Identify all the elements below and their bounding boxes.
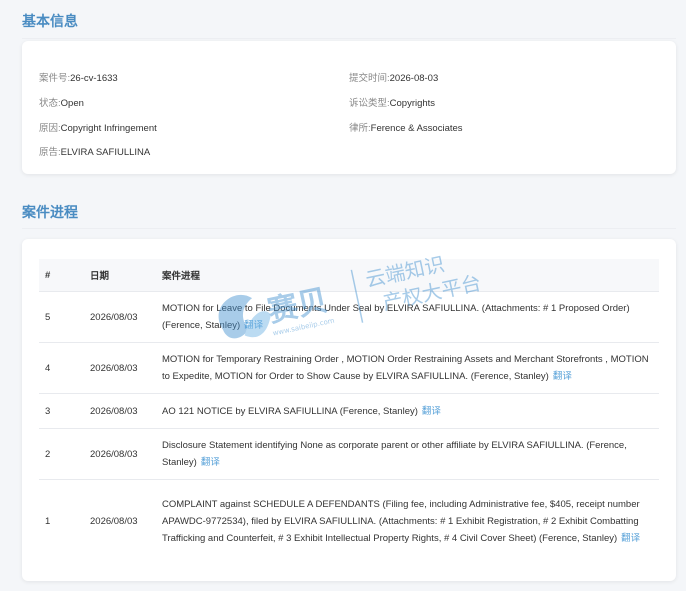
translate-link[interactable]: 翻译 (244, 320, 263, 331)
submit-time: 提交时间:2026-08-03 (349, 73, 439, 84)
plaintiff: 原告:ELVIRA SAFIULLINA (39, 147, 151, 158)
row-date: 2026/08/03 (84, 393, 156, 429)
row-event: AO 121 NOTICE by ELVIRA SAFIULLINA (Fere… (156, 393, 659, 429)
cause: 原因:Copyright Infringement (39, 123, 157, 134)
row-date: 2026/08/03 (84, 479, 156, 564)
table-row: 3 2026/08/03 AO 121 NOTICE by ELVIRA SAF… (39, 393, 659, 429)
header-index: # (39, 259, 84, 292)
row-event: MOTION for Leave to File Documents Under… (156, 291, 659, 343)
translate-link[interactable]: 翻译 (201, 457, 220, 468)
row-date: 2026/08/03 (84, 342, 156, 394)
case-progress-table: # 日期 案件进程 5 2026/08/03 MOTION for Leave … (39, 259, 659, 564)
suit-type: 诉讼类型:Copyrights (349, 98, 436, 109)
table-row: 1 2026/08/03 COMPLAINT against SCHEDULE … (39, 479, 659, 564)
row-date: 2026/08/03 (84, 291, 156, 343)
status: 状态:Open (39, 98, 84, 109)
header-event: 案件进程 (156, 259, 659, 292)
table-row: 5 2026/08/03 MOTION for Leave to File Do… (39, 291, 659, 343)
row-index: 1 (39, 479, 84, 564)
basic-info-title: 基本信息 (22, 13, 78, 29)
table-row: 4 2026/08/03 MOTION for Temporary Restra… (39, 342, 659, 394)
case-progress-card: # 日期 案件进程 5 2026/08/03 MOTION for Leave … (22, 239, 676, 581)
law-firm: 律所:Ference & Associates (349, 123, 463, 134)
row-index: 2 (39, 428, 84, 480)
table-row: 2 2026/08/03 Disclosure Statement identi… (39, 428, 659, 480)
header-date: 日期 (84, 259, 156, 292)
case-number: 案件号:26-cv-1633 (39, 73, 118, 84)
row-index: 3 (39, 393, 84, 429)
row-index: 4 (39, 342, 84, 394)
row-event: MOTION for Temporary Restraining Order ,… (156, 342, 659, 394)
case-progress-title: 案件进程 (22, 204, 78, 220)
translate-link[interactable]: 翻译 (621, 533, 640, 544)
row-event: COMPLAINT against SCHEDULE A DEFENDANTS … (156, 479, 659, 564)
row-index: 5 (39, 291, 84, 343)
row-date: 2026/08/03 (84, 428, 156, 480)
translate-link[interactable]: 翻译 (422, 406, 441, 417)
table-header-row: # 日期 案件进程 (39, 259, 659, 292)
basic-info-card: 案件号:26-cv-1633 提交时间:2026-08-03 状态:Open 诉… (22, 41, 676, 174)
translate-link[interactable]: 翻译 (553, 371, 572, 382)
row-event: Disclosure Statement identifying None as… (156, 428, 659, 480)
